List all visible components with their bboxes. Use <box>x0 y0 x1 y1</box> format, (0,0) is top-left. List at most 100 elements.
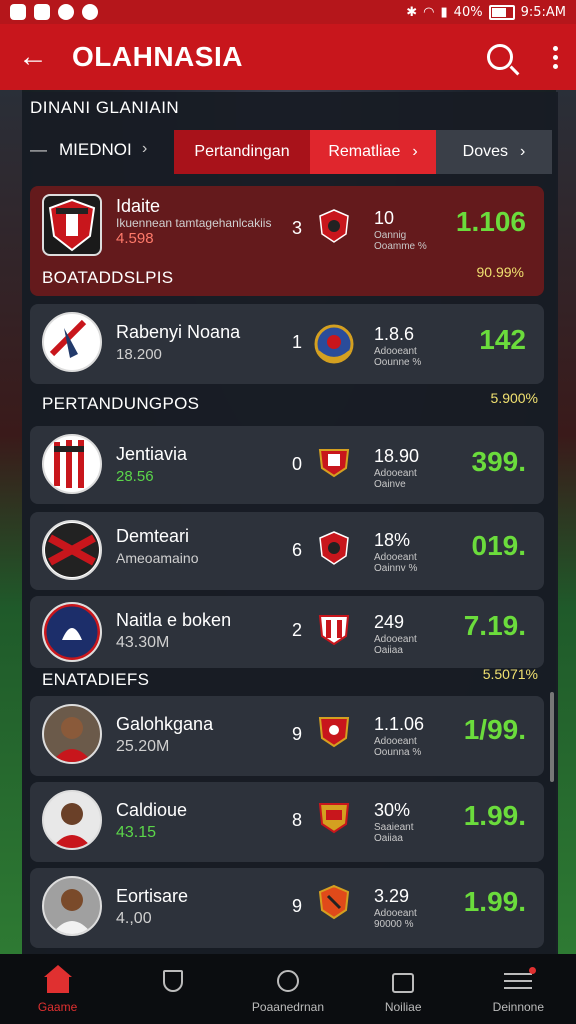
chat-icon <box>82 4 98 20</box>
bottom-navigation: Gaame Poaanedrnan Noiliae Deinnone <box>0 954 576 1024</box>
group-label: PERTANDUNGPOS <box>42 394 200 413</box>
group-percentage: 5.5071% <box>482 666 538 682</box>
team-card[interactable]: Demteari Ameoamaino 6 18% Adooeant Oainn… <box>30 512 544 590</box>
stat-value: 18.90 <box>374 446 420 466</box>
chevron-right-icon: › <box>520 143 526 160</box>
group-label: BOATADDSLPIS <box>42 268 174 287</box>
section-title: DINANI GLANIAIN <box>30 98 180 117</box>
stat-value: 3.29 <box>374 886 410 906</box>
nav-shop[interactable]: Noiliae <box>346 954 461 1014</box>
team-card[interactable]: Rabenyi Noana 18.200 1 1.8.6 Adooeant Oo… <box>30 304 544 384</box>
battery-percent: 40% <box>453 4 483 20</box>
stat-caption: Saaieant Oaiiaa <box>374 822 414 844</box>
group-percentage: 90.99% <box>476 264 524 280</box>
club-badge-icon <box>319 209 349 243</box>
stat-caption: Adooeant Oainnv % <box>374 552 418 574</box>
status-bar: ✱ ◠ ▮ 40% 9:5:AM <box>0 0 576 24</box>
player-avatar <box>42 876 102 936</box>
standings-panel: DINANI GLANIAIN — MIEDNOI › Pertandingan… <box>22 92 558 954</box>
back-arrow-icon[interactable]: ← <box>18 42 48 72</box>
player-score: 1.99. <box>463 800 526 831</box>
player-name: Galohkgana <box>116 714 214 734</box>
notification-dot <box>529 967 537 974</box>
tab-label: Pertandingan <box>194 143 290 160</box>
club-crest-logo <box>42 194 102 256</box>
nav-shield[interactable] <box>115 954 230 1000</box>
player-name: Caldioue <box>116 800 188 820</box>
player-score: 1/99. <box>463 714 526 745</box>
team-name: Idaite <box>116 196 161 216</box>
stat-caption: Adooeant Oaiiaa <box>374 634 417 656</box>
club-logo <box>42 520 102 580</box>
signal-icon: ▮ <box>440 4 448 20</box>
team-score: 142 <box>479 324 526 355</box>
nav-label: Poaanedrnan <box>251 1000 324 1014</box>
tab-label: Doves <box>462 143 509 160</box>
team-score: 7.19. <box>463 610 526 641</box>
team-card[interactable]: Jentiavia 28.56 0 18.90 Adooeant Oainve … <box>30 426 544 504</box>
team-name: Demteari <box>116 526 190 546</box>
club-badge-icon <box>319 531 349 565</box>
shield-icon <box>162 970 183 992</box>
team-value: 43.30M <box>116 634 170 651</box>
search-icon[interactable] <box>487 44 513 70</box>
player-rank: 8 <box>292 810 303 830</box>
team-score: 399. <box>471 446 527 477</box>
tab-doves[interactable]: Doves › <box>436 130 552 174</box>
team-name: Jentiavia <box>116 444 188 464</box>
player-value: 25.20M <box>116 738 170 755</box>
team-rank: 2 <box>292 620 303 640</box>
stat-value: 10 <box>374 208 395 228</box>
team-rank: 1 <box>292 332 303 352</box>
gallery-icon <box>10 4 26 20</box>
app-bar: ← OLAHNASIA <box>0 24 576 90</box>
club-badge-icon <box>314 324 354 364</box>
team-value: 4.598 <box>116 230 154 247</box>
scrollbar[interactable] <box>550 692 554 782</box>
nav-menu[interactable]: Deinnone <box>461 954 576 1014</box>
app-title: OLAHNASIA <box>72 41 243 72</box>
nav-label: Deinnone <box>492 1000 545 1014</box>
stat-caption: Oannig Ooamme % <box>374 230 427 252</box>
club-badge-icon <box>318 803 350 834</box>
stat-value: 1.1.06 <box>374 714 425 734</box>
stat-value: 249 <box>374 612 405 632</box>
stat-caption: Adooeant 90000 % <box>374 908 417 930</box>
nav-label: Gaame <box>37 1000 78 1014</box>
chevron-right-icon: › <box>412 143 418 160</box>
stat-value: 18% <box>374 530 411 550</box>
group-percentage: 5.900% <box>490 390 538 406</box>
menu-dropdown[interactable]: — MIEDNOI <box>30 140 132 160</box>
team-rank: 3 <box>292 218 303 238</box>
group-label: ENATADIEFS <box>42 670 150 689</box>
nav-home[interactable]: Gaame <box>0 954 115 1014</box>
stat-value: 1.8.6 <box>374 324 415 344</box>
player-rank: 9 <box>292 724 303 744</box>
notification-icons <box>10 4 98 20</box>
stadium-background-left <box>0 90 22 954</box>
camera-icon <box>34 4 50 20</box>
menu-icon <box>504 967 537 989</box>
team-rank: 6 <box>292 540 303 560</box>
nav-matches[interactable]: Poaanedrnan <box>230 954 345 1014</box>
club-logo <box>42 602 102 662</box>
team-card[interactable]: Naitla e boken 43.30M 2 249 Adooeant Oai… <box>30 596 544 668</box>
team-card[interactable]: Idaite Ikuennean tamtagehanlcakiis 4.598… <box>30 186 544 296</box>
stadium-background-right <box>556 90 576 954</box>
club-badge-icon <box>318 884 350 920</box>
player-card[interactable]: Galohkgana 25.20M 9 1.1.06 Adooeant Ooun… <box>30 696 544 776</box>
tab-rematliae[interactable]: Rematliae › <box>310 130 436 174</box>
menu-label: MIEDNOI <box>59 140 132 159</box>
more-vert-icon[interactable] <box>553 45 558 69</box>
team-description: Ikuennean tamtagehanlcakiis <box>116 216 272 230</box>
club-logo <box>42 434 102 494</box>
player-card[interactable]: Eortisare 4.,00 9 3.29 Adooeant 90000 % … <box>30 868 544 948</box>
messenger-icon <box>58 4 74 20</box>
tab-pertandingan[interactable]: Pertandingan <box>174 130 310 174</box>
team-name: Naitla e boken <box>116 610 232 630</box>
tab-row: — MIEDNOI › Pertandingan Rematliae › Dov… <box>22 130 558 174</box>
battery-icon <box>488 4 515 20</box>
club-logo <box>42 312 102 372</box>
player-card[interactable]: Caldioue 43.15 8 30% Saaieant Oaiiaa 1.9… <box>30 782 544 862</box>
tab-label: Rematliae <box>328 143 401 160</box>
